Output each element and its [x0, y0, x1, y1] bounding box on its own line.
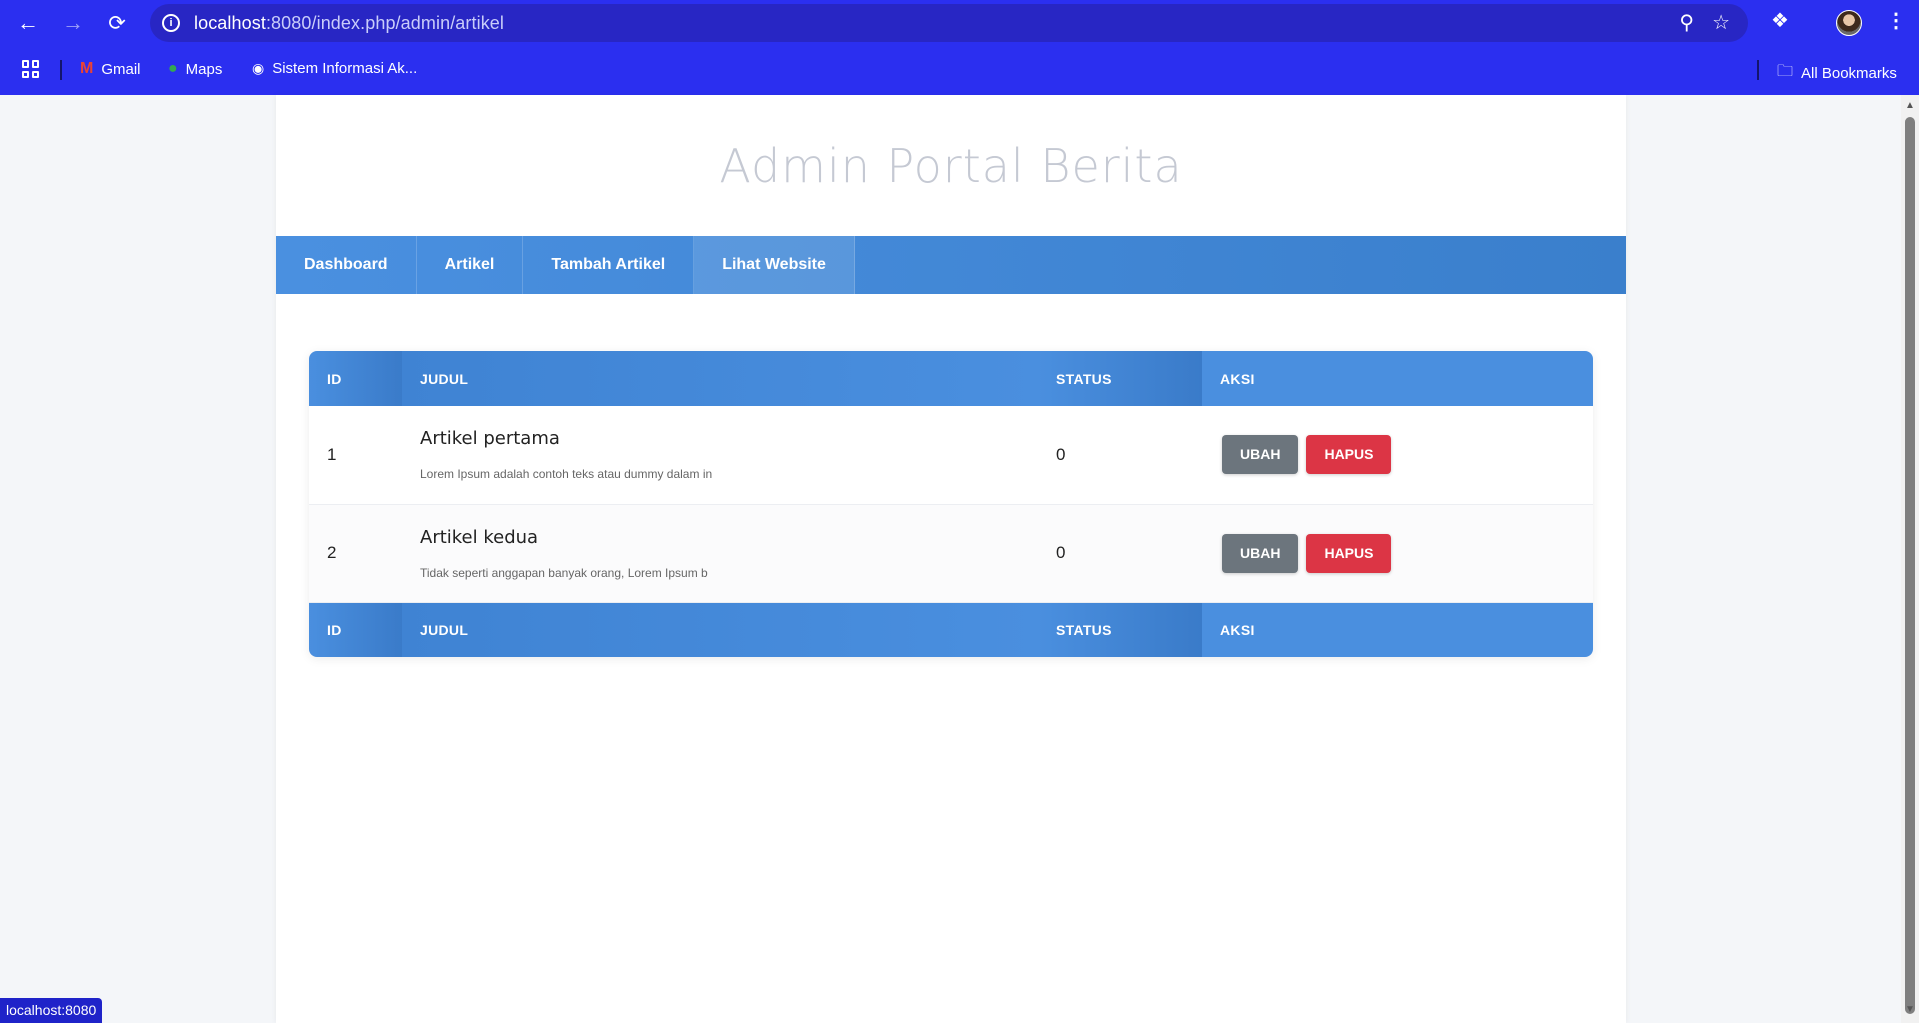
page-viewport: Admin Portal Berita Dashboard Artikel Ta… [0, 95, 1901, 1023]
article-excerpt: Lorem Ipsum adalah contoh teks atau dumm… [420, 467, 713, 482]
bookmark-label: Gmail [101, 60, 141, 78]
address-bar[interactable]: i localhost:8080/index.php/admin/artikel… [150, 4, 1748, 42]
bookmarks-divider [1757, 60, 1759, 80]
column-footer-judul: JUDUL [402, 602, 1038, 657]
column-footer-status: STATUS [1038, 602, 1202, 657]
nav-tambah-artikel[interactable]: Tambah Artikel [523, 236, 695, 294]
all-bookmarks[interactable]: 🗀 All Bookmarks [1777, 60, 1897, 87]
scroll-up-arrow-icon[interactable]: ▲ [1905, 101, 1915, 111]
edit-button[interactable]: UBAH [1222, 435, 1299, 475]
table-row: 1 Artikel pertama Lorem Ipsum adalah con… [309, 406, 1593, 505]
nav-lihat-website[interactable]: Lihat Website [694, 236, 855, 294]
bookmarks-divider [60, 60, 62, 80]
column-footer-aksi: AKSI [1202, 602, 1593, 657]
scroll-down-arrow-icon[interactable]: ▼ [1905, 1005, 1915, 1015]
zoom-icon[interactable]: ⚲ [1679, 10, 1694, 35]
url-host: localhost [194, 12, 266, 33]
cell-aksi: UBAH HAPUS [1202, 406, 1593, 505]
browser-menu-icon[interactable]: ⋮ [1886, 8, 1906, 33]
forward-arrow-icon[interactable]: → [58, 8, 88, 38]
cell-judul: Artikel kedua Tidak seperti anggapan ban… [402, 504, 1038, 603]
column-header-aksi: AKSI [1202, 351, 1593, 406]
bookmark-label: Sistem Informasi Ak... [272, 60, 418, 77]
cell-id: 2 [309, 504, 402, 603]
browser-toolbar: ← → ⟳ i localhost:8080/index.php/admin/a… [0, 0, 1919, 46]
site-info-icon[interactable]: i [162, 14, 180, 32]
extensions-icon[interactable]: ❖ [1771, 8, 1789, 33]
reload-icon[interactable]: ⟳ [102, 8, 132, 38]
browser-chrome: ← → ⟳ i localhost:8080/index.php/admin/a… [0, 0, 1919, 95]
table-header-row: ID JUDUL STATUS AKSI [309, 351, 1593, 406]
article-title: Artikel pertama [420, 428, 560, 450]
bookmark-maps[interactable]: ● Maps [168, 60, 222, 78]
profile-avatar[interactable] [1836, 10, 1862, 36]
page-title: Admin Portal Berita [719, 139, 1183, 193]
link-status-tooltip: localhost:8080 [0, 998, 103, 1023]
site-favicon-icon: ◉ [252, 60, 265, 76]
column-header-id: ID [309, 351, 402, 406]
cell-status: 0 [1038, 406, 1202, 505]
bookmarks-bar: M Gmail ● Maps ◉ Sistem Informasi Ak... … [0, 50, 1919, 88]
delete-button[interactable]: HAPUS [1306, 435, 1392, 475]
bookmark-gmail[interactable]: M Gmail [80, 60, 141, 78]
edit-button[interactable]: UBAH [1222, 533, 1299, 573]
articles-table: ID JUDUL STATUS AKSI 1 Artikel pertama L… [309, 351, 1593, 657]
cell-judul: Artikel pertama Lorem Ipsum adalah conto… [402, 406, 1038, 505]
column-footer-id: ID [309, 602, 402, 657]
maps-pin-icon: ● [168, 60, 178, 77]
all-bookmarks-label: All Bookmarks [1801, 65, 1897, 82]
folder-icon: 🗀 [1777, 63, 1794, 80]
url-path: :8080/index.php/admin/artikel [265, 12, 505, 33]
delete-button[interactable]: HAPUS [1306, 533, 1392, 573]
apps-grid-icon[interactable] [22, 60, 40, 78]
cell-aksi: UBAH HAPUS [1202, 504, 1593, 603]
page-scrollbar[interactable]: ▲ ▼ [1901, 95, 1919, 1023]
cell-status: 0 [1038, 504, 1202, 603]
bookmark-star-icon[interactable]: ☆ [1712, 10, 1730, 35]
main-nav: Dashboard Artikel Tambah Artikel Lihat W… [276, 236, 1626, 294]
cell-id: 1 [309, 406, 402, 505]
article-title: Artikel kedua [420, 526, 539, 548]
table-footer-row: ID JUDUL STATUS AKSI [309, 602, 1593, 657]
admin-container: Admin Portal Berita Dashboard Artikel Ta… [276, 95, 1626, 1023]
column-header-status: STATUS [1038, 351, 1202, 406]
bookmark-label: Maps [185, 60, 223, 78]
article-excerpt: Tidak seperti anggapan banyak orang, Lor… [420, 565, 708, 580]
gmail-icon: M [80, 60, 94, 77]
bookmark-sistem-informasi[interactable]: ◉ Sistem Informasi Ak... [252, 60, 417, 77]
url-text[interactable]: localhost:8080/index.php/admin/artikel [194, 13, 504, 34]
nav-artikel[interactable]: Artikel [417, 236, 524, 294]
column-header-judul: JUDUL [402, 351, 1038, 406]
nav-dashboard[interactable]: Dashboard [276, 236, 417, 294]
back-arrow-icon[interactable]: ← [13, 8, 43, 38]
scroll-thumb[interactable] [1905, 117, 1915, 1014]
table-row: 2 Artikel kedua Tidak seperti anggapan b… [309, 504, 1593, 603]
